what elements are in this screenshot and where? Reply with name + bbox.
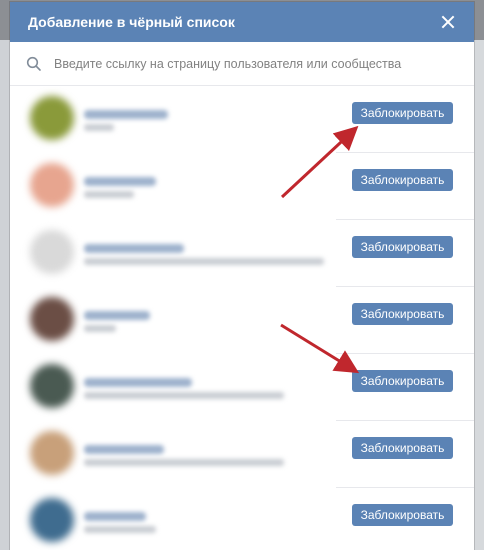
blacklist-modal: Добавление в чёрный список Заблокировать… bbox=[10, 2, 474, 550]
user-info-blurred bbox=[84, 325, 116, 332]
avatar bbox=[30, 163, 74, 207]
block-button[interactable]: Заблокировать bbox=[352, 303, 453, 325]
search-bar bbox=[10, 42, 474, 86]
block-button[interactable]: Заблокировать bbox=[352, 370, 453, 392]
search-input[interactable] bbox=[52, 55, 458, 72]
user-info-blurred bbox=[84, 526, 156, 533]
avatar bbox=[30, 431, 74, 475]
avatar bbox=[30, 96, 74, 140]
list-item: Заблокировать bbox=[10, 354, 474, 421]
block-button[interactable]: Заблокировать bbox=[352, 437, 453, 459]
block-button[interactable]: Заблокировать bbox=[352, 102, 453, 124]
user-name-blurred bbox=[84, 378, 192, 387]
user-name-blurred bbox=[84, 177, 156, 186]
avatar bbox=[30, 230, 74, 274]
close-icon[interactable] bbox=[440, 14, 456, 30]
modal-title: Добавление в чёрный список bbox=[28, 14, 235, 30]
block-button[interactable]: Заблокировать bbox=[352, 169, 453, 191]
user-info-blurred bbox=[84, 124, 114, 131]
avatar bbox=[30, 364, 74, 408]
user-name-blurred bbox=[84, 445, 164, 454]
background-page-edge-left bbox=[0, 40, 10, 550]
block-button[interactable]: Заблокировать bbox=[352, 504, 453, 526]
user-info-blurred bbox=[84, 191, 134, 198]
user-info-blurred bbox=[84, 392, 284, 399]
user-info-blurred bbox=[84, 459, 284, 466]
block-button[interactable]: Заблокировать bbox=[352, 236, 453, 258]
search-icon bbox=[26, 56, 41, 71]
user-name-blurred bbox=[84, 110, 168, 119]
list-item: Заблокировать bbox=[10, 421, 474, 488]
avatar bbox=[30, 498, 74, 542]
list-item: Заблокировать bbox=[10, 153, 474, 220]
modal-header: Добавление в чёрный список bbox=[10, 2, 474, 42]
user-name-blurred bbox=[84, 244, 184, 253]
list-item: Заблокировать bbox=[10, 220, 474, 287]
user-info-blurred bbox=[84, 258, 324, 265]
user-name-blurred bbox=[84, 512, 146, 521]
list-item: Заблокировать bbox=[10, 86, 474, 153]
user-list: Заблокировать Заблокировать Заблокироват… bbox=[10, 86, 474, 550]
list-item: Заблокировать bbox=[10, 287, 474, 354]
user-name-blurred bbox=[84, 311, 150, 320]
list-item: Заблокировать bbox=[10, 488, 474, 550]
avatar bbox=[30, 297, 74, 341]
